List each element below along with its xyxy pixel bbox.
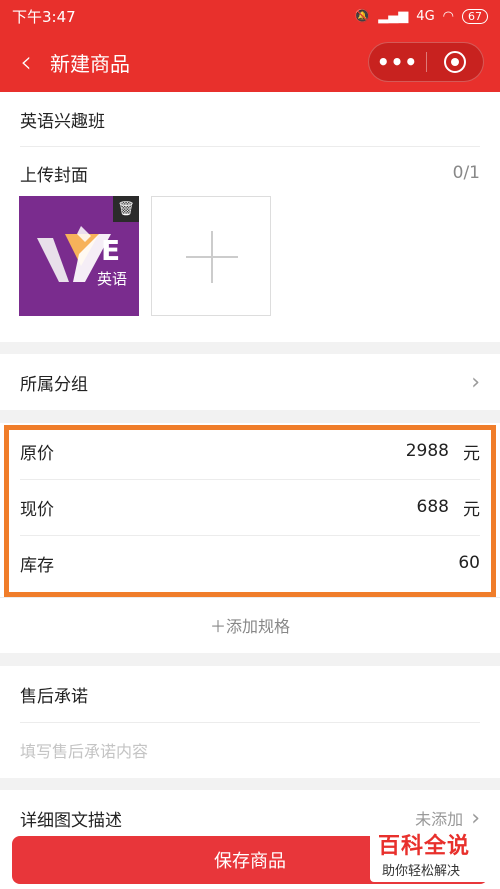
status-bar: 下午3:47 🔕 ▂▄▆ 4G ◠ 67 [0, 0, 500, 32]
after-sale-header: 售后承诺 [0, 666, 500, 722]
miniprogram-capsule: ••• [368, 42, 484, 82]
cover-caption: 英语 [97, 270, 128, 288]
watermark: 百科全说 助你轻松解决 [370, 826, 492, 882]
delete-icon[interactable]: 🗑 [113, 196, 139, 222]
cover-image[interactable]: E 英语 🗑 [19, 196, 139, 316]
more-icon[interactable]: ••• [369, 50, 426, 74]
add-spec-button[interactable]: ＋添加规格 [0, 599, 500, 651]
target-icon [443, 51, 466, 73]
back-icon[interactable]: ‹ [4, 32, 48, 92]
nav-bar: ‹ 新建商品 ••• [0, 32, 500, 92]
product-name-value: 英语兴趣班 [20, 111, 105, 132]
cover-header: 上传封面 0/1 [0, 146, 500, 200]
signal-icon: ▂▄▆ [378, 8, 409, 24]
battery-icon: 67 [462, 8, 488, 24]
after-sale-placeholder: 填写售后承诺内容 [20, 742, 149, 761]
mute-icon: 🔕 [354, 8, 371, 24]
cover-letter: E [101, 234, 121, 267]
network-type: 4G [416, 8, 435, 24]
after-sale-input[interactable]: 填写售后承诺内容 [0, 722, 500, 778]
chevron-right-icon: › [471, 369, 480, 395]
group-label: 所属分组 [20, 374, 88, 395]
detail-label: 详细图文描述 [20, 810, 122, 831]
group-selector[interactable]: 所属分组 › [0, 354, 500, 410]
watermark-subtitle: 助你轻松解决 [382, 864, 461, 879]
group-section: 所属分组 › [0, 354, 500, 410]
wifi-icon: ◠ [442, 8, 454, 24]
add-spec-label: ＋添加规格 [209, 617, 290, 636]
save-product-label: 保存商品 [214, 851, 286, 872]
after-sale-section: 售后承诺 填写售后承诺内容 [0, 666, 500, 778]
highlight-frame [4, 425, 496, 597]
status-time: 下午3:47 [12, 7, 76, 26]
watermark-title: 百科全说 [378, 834, 471, 859]
cover-count: 0/1 [452, 163, 480, 183]
product-name-field[interactable]: 英语兴趣班 [0, 92, 500, 146]
cover-label: 上传封面 [20, 165, 88, 186]
after-sale-label: 售后承诺 [20, 686, 88, 707]
page-title: 新建商品 [50, 51, 130, 76]
close-miniprogram-button[interactable] [427, 51, 483, 73]
add-cover-button[interactable] [151, 196, 271, 316]
